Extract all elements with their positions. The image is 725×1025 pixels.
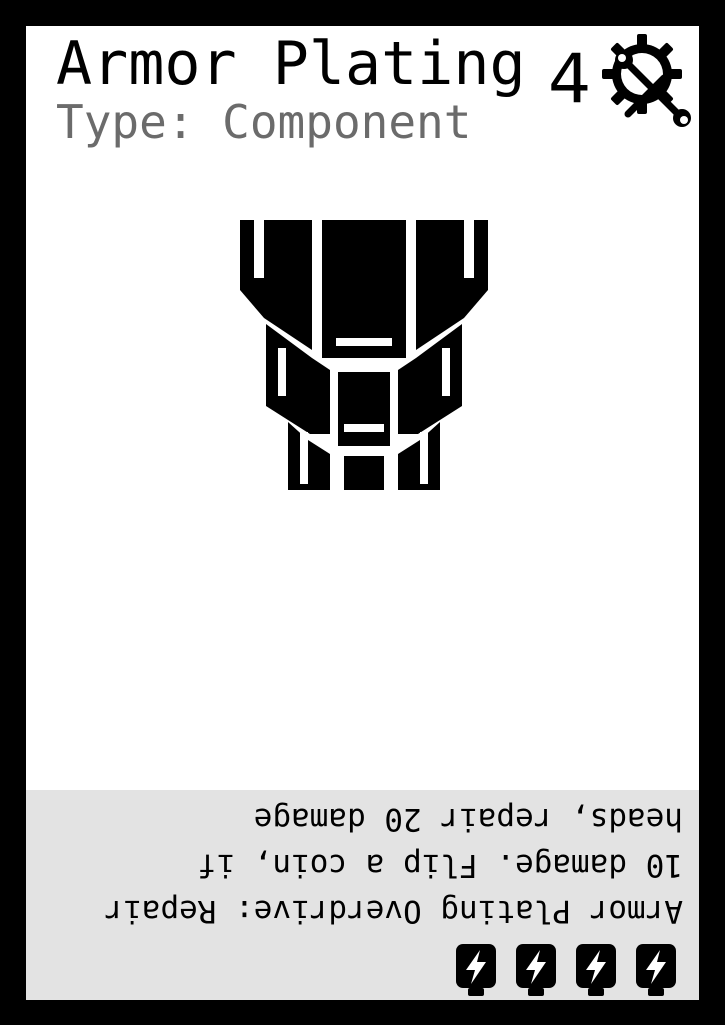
card-title: Armor Plating [56, 29, 526, 99]
armor-plating-icon [240, 220, 488, 494]
ability-text: Armor Plating Overdrive: Repair 10 damag… [104, 801, 683, 929]
ability-box: Armor Plating Overdrive: Repair 10 damag… [26, 790, 699, 1000]
card-cost: 4 [548, 40, 592, 119]
gear-wrench-icon [602, 34, 691, 127]
lightning-battery-icon [516, 944, 556, 996]
lightning-battery-icon [636, 944, 676, 996]
lightning-battery-icon [576, 944, 616, 996]
game-card[interactable]: Armor Plating Type: Component 4 Armor Pl… [26, 26, 699, 1000]
lightning-battery-icon [456, 944, 496, 996]
card-type: Type: Component [56, 95, 472, 149]
